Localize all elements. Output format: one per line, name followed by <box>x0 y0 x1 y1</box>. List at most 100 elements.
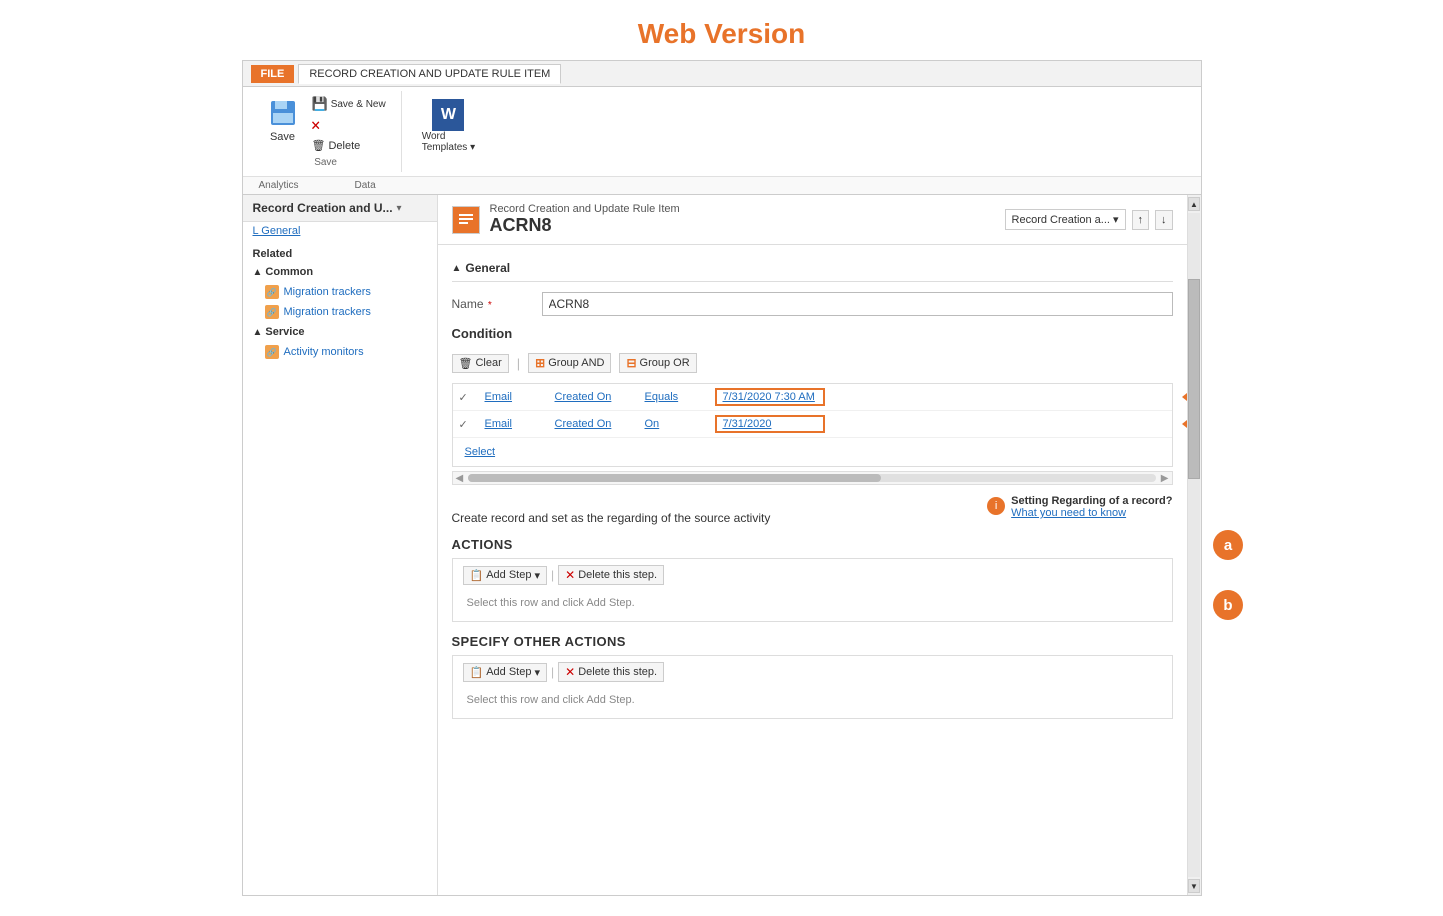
nav-dropdown-text: Record Creation a... <box>1012 214 1110 226</box>
ribbon: FILE RECORD CREATION AND UPDATE RULE ITE… <box>243 61 1201 195</box>
save-button[interactable]: Save <box>263 95 303 145</box>
ribbon-tab-bar: FILE RECORD CREATION AND UPDATE RULE ITE… <box>243 61 1201 87</box>
scroll-track <box>468 474 1156 482</box>
common-arrow-icon: ▲ <box>253 267 263 278</box>
file-tab[interactable]: FILE <box>251 65 295 83</box>
save-label: Save <box>270 131 295 143</box>
specify-actions-toolbar: 📋 Add Step ▾ | ✕ Delete this step. <box>463 662 1162 682</box>
save-new-icon: 🗙 <box>312 116 320 135</box>
cond-check-2: ✓ <box>459 418 475 431</box>
sidebar-service-label: Service <box>265 326 304 338</box>
cond-entity-2[interactable]: Email <box>485 418 545 430</box>
form-nav-up-button[interactable]: ↑ <box>1132 210 1150 230</box>
analytics-label: Analytics <box>251 180 307 191</box>
clear-button[interactable]: 🗑 Clear <box>452 354 509 373</box>
h-scrollbar[interactable]: ◀ ▶ <box>452 471 1173 485</box>
action-sep: | <box>551 568 554 582</box>
delete-button[interactable]: 🗑 Delete <box>309 138 389 153</box>
group-and-button[interactable]: ⊞ Group AND <box>528 353 611 373</box>
migration-icon-2: 🔗 <box>265 305 279 319</box>
ribbon-small-group: 💾 Save & New 🗙 🗑 Delete <box>309 95 389 153</box>
select-link[interactable]: Select <box>459 442 502 462</box>
form-subtitle: Record Creation and Update Rule Item <box>490 203 680 215</box>
add-step-2-button[interactable]: 📋 Add Step ▾ <box>463 663 548 682</box>
add-step-label: Add Step <box>486 569 531 581</box>
save-group-label: Save <box>314 153 337 168</box>
form-icon <box>452 206 480 234</box>
info-link[interactable]: What you need to know <box>1011 507 1172 519</box>
group-or-icon: ⊟ <box>626 356 636 370</box>
sidebar-item-migration-2[interactable]: 🔗 Migration trackers <box>243 302 437 322</box>
form-body: ▲ General Name * Condition <box>438 245 1187 741</box>
cond-field-1[interactable]: Created On <box>555 391 635 403</box>
group-and-label: Group AND <box>548 357 604 369</box>
save-new-button[interactable]: 🗙 <box>309 115 389 136</box>
delete-step-icon: ✕ <box>565 568 575 582</box>
delete-step-2-button[interactable]: ✕ Delete this step. <box>558 662 664 682</box>
delete-step-2-label: Delete this step. <box>578 666 657 678</box>
cond-sep-1: | <box>517 356 520 371</box>
sidebar-common-header[interactable]: ▲ Common <box>243 262 437 282</box>
ribbon-content: Save 💾 Save & New 🗙 <box>243 87 1201 176</box>
word-templates-label: WordTemplates ▾ <box>422 131 475 153</box>
delete-step-2-icon: ✕ <box>565 665 575 679</box>
delete-step-button[interactable]: ✕ Delete this step. <box>558 565 664 585</box>
sidebar-entity-header[interactable]: Record Creation and U... ▾ <box>243 195 437 222</box>
v-scroll-thumb <box>1188 279 1200 478</box>
add-step-button[interactable]: 📋 Add Step ▾ <box>463 566 548 585</box>
cond-operator-1[interactable]: Equals <box>645 391 705 403</box>
form-title-block: Record Creation and Update Rule Item ACR… <box>490 203 680 236</box>
form-header-left: Record Creation and Update Rule Item ACR… <box>452 203 680 236</box>
v-scrollbar[interactable]: ▲ ▼ <box>1187 195 1201 895</box>
delete-icon: 🗑 <box>312 139 326 152</box>
form-nav-dropdown[interactable]: Record Creation a... ▾ <box>1005 209 1126 230</box>
save-close-button[interactable]: 💾 Save & New <box>309 95 389 113</box>
specify-actions-label: SPECIFY OTHER ACTIONS <box>452 634 1173 649</box>
save-floppy-icon: 💾 <box>312 96 328 112</box>
annot-a-circle: a <box>1213 530 1243 560</box>
sidebar-nav-link[interactable]: L General <box>243 222 437 240</box>
name-input[interactable] <box>542 292 1173 316</box>
sidebar-item-migration-1[interactable]: 🔗 Migration trackers <box>243 282 437 302</box>
save-icon <box>267 97 299 129</box>
add-step-2-label: Add Step <box>486 666 531 678</box>
sidebar-chevron-icon: ▾ <box>397 203 402 214</box>
sidebar-service-header[interactable]: ▲ Service <box>243 322 437 342</box>
sidebar-migration-label-1: Migration trackers <box>284 286 371 298</box>
create-record-row: Create record and set as the regarding o… <box>452 495 1173 531</box>
sidebar-common-label: Common <box>265 266 313 278</box>
cond-check-1: ✓ <box>459 391 475 404</box>
form-nav-down-button[interactable]: ↓ <box>1155 210 1173 230</box>
condition-label: Condition <box>452 326 1173 341</box>
save-group: Save 💾 Save & New 🗙 <box>251 91 402 172</box>
condition-select-row: Select <box>453 438 1172 466</box>
scroll-up-button[interactable]: ▲ <box>1188 197 1200 211</box>
form-title-main: ACRN8 <box>490 215 680 236</box>
specify-actions-box: 📋 Add Step ▾ | ✕ Delete this step. Selec… <box>452 655 1173 719</box>
app-window: FILE RECORD CREATION AND UPDATE RULE ITE… <box>242 60 1202 896</box>
actions-label: ACTIONS <box>452 537 1173 552</box>
cond-field-2[interactable]: Created On <box>555 418 635 430</box>
cond-entity-1[interactable]: Email <box>485 391 545 403</box>
cond-value-2[interactable]: 7/31/2020 <box>715 415 825 433</box>
action-placeholder-text: Select this row and click Add Step. <box>463 591 1162 615</box>
cond-operator-2[interactable]: On <box>645 418 705 430</box>
word-templates-button[interactable]: W WordTemplates ▾ <box>414 95 483 157</box>
ribbon-section-labels: Analytics Data <box>243 176 1201 194</box>
scroll-down-button[interactable]: ▼ <box>1188 879 1200 893</box>
annot-b-circle: b <box>1213 590 1243 620</box>
delete-step-label: Delete this step. <box>578 569 657 581</box>
sidebar-related-label: Related <box>243 240 437 262</box>
save-buttons: Save 💾 Save & New 🗙 <box>263 95 389 153</box>
page-title: Web Version <box>0 0 1443 60</box>
group-or-button[interactable]: ⊟ Group OR <box>619 353 696 373</box>
cond-value-1[interactable]: 7/31/2020 7:30 AM <box>715 388 825 406</box>
form-header-right: Record Creation a... ▾ ↑ ↓ <box>1005 209 1173 230</box>
word-icon: W <box>432 99 464 131</box>
nav-dropdown-arrow-icon: ▾ <box>1113 213 1119 226</box>
record-tab[interactable]: RECORD CREATION AND UPDATE RULE ITEM <box>298 64 561 84</box>
sidebar-activity-label: Activity monitors <box>284 346 364 358</box>
scroll-left-icon[interactable]: ◀ <box>453 473 467 484</box>
scroll-right-icon[interactable]: ▶ <box>1158 473 1172 484</box>
sidebar-item-activity-monitors[interactable]: 🔗 Activity monitors <box>243 342 437 362</box>
